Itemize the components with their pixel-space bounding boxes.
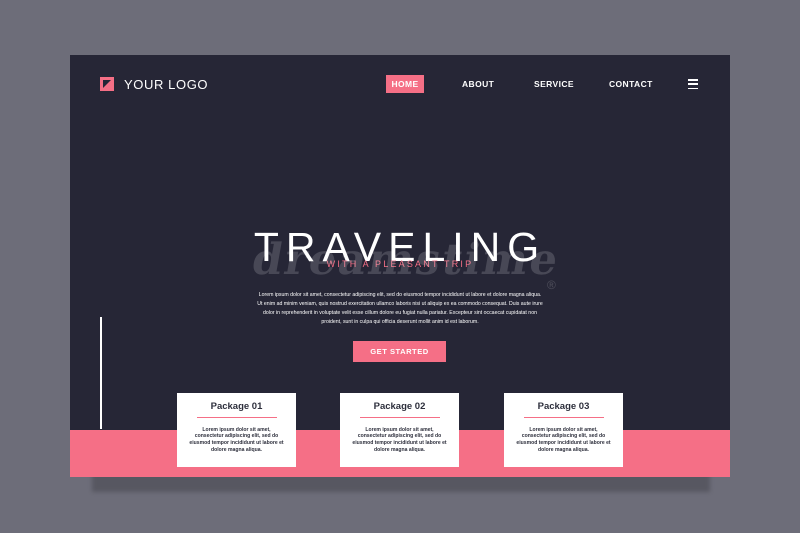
package-divider <box>359 416 440 418</box>
logo-text: YOUR LOGO <box>124 76 209 92</box>
package-card-03[interactable]: Package 03 Lorem ipsum dolor sit amet, c… <box>504 393 623 467</box>
get-started-button[interactable]: GET STARTED <box>353 341 446 362</box>
package-title: Package 01 <box>210 401 263 412</box>
vertical-decorative-line <box>100 317 102 429</box>
nav-home-link[interactable]: HOME <box>386 75 424 93</box>
nav-contact-link[interactable]: CONTACT <box>609 75 653 93</box>
hamburger-line <box>688 79 698 81</box>
package-card-02[interactable]: Package 02 Lorem ipsum dolor sit amet, c… <box>340 393 459 467</box>
package-divider <box>196 416 277 418</box>
hamburger-menu-icon[interactable] <box>688 79 698 89</box>
package-divider <box>523 416 604 418</box>
logo-icon <box>100 77 114 91</box>
hamburger-line <box>688 87 698 89</box>
hero-subtitle: WITH A PLEASANT TRIP <box>326 259 474 269</box>
watermark-registered-icon: ® <box>547 278 556 292</box>
hero-description: Lorem ipsum dolor sit amet, consectetur … <box>257 292 543 325</box>
site-logo[interactable]: YOUR LOGO <box>100 77 208 91</box>
package-card-01[interactable]: Package 01 Lorem ipsum dolor sit amet, c… <box>177 393 296 467</box>
package-description: Lorem ipsum dolor sit amet, consectetur … <box>352 426 447 454</box>
package-description: Lorem ipsum dolor sit amet, consectetur … <box>189 426 284 454</box>
nav-service-link[interactable]: SERVICE <box>534 75 574 93</box>
hamburger-line <box>688 83 698 85</box>
package-title: Package 03 <box>537 401 590 412</box>
package-description: Lorem ipsum dolor sit amet, consectetur … <box>516 426 611 454</box>
nav-about-link[interactable]: ABOUT <box>462 75 494 93</box>
package-title: Package 02 <box>373 401 426 412</box>
landing-page: YOUR LOGO HOME ABOUT SERVICE CONTACT TRA… <box>70 55 730 477</box>
